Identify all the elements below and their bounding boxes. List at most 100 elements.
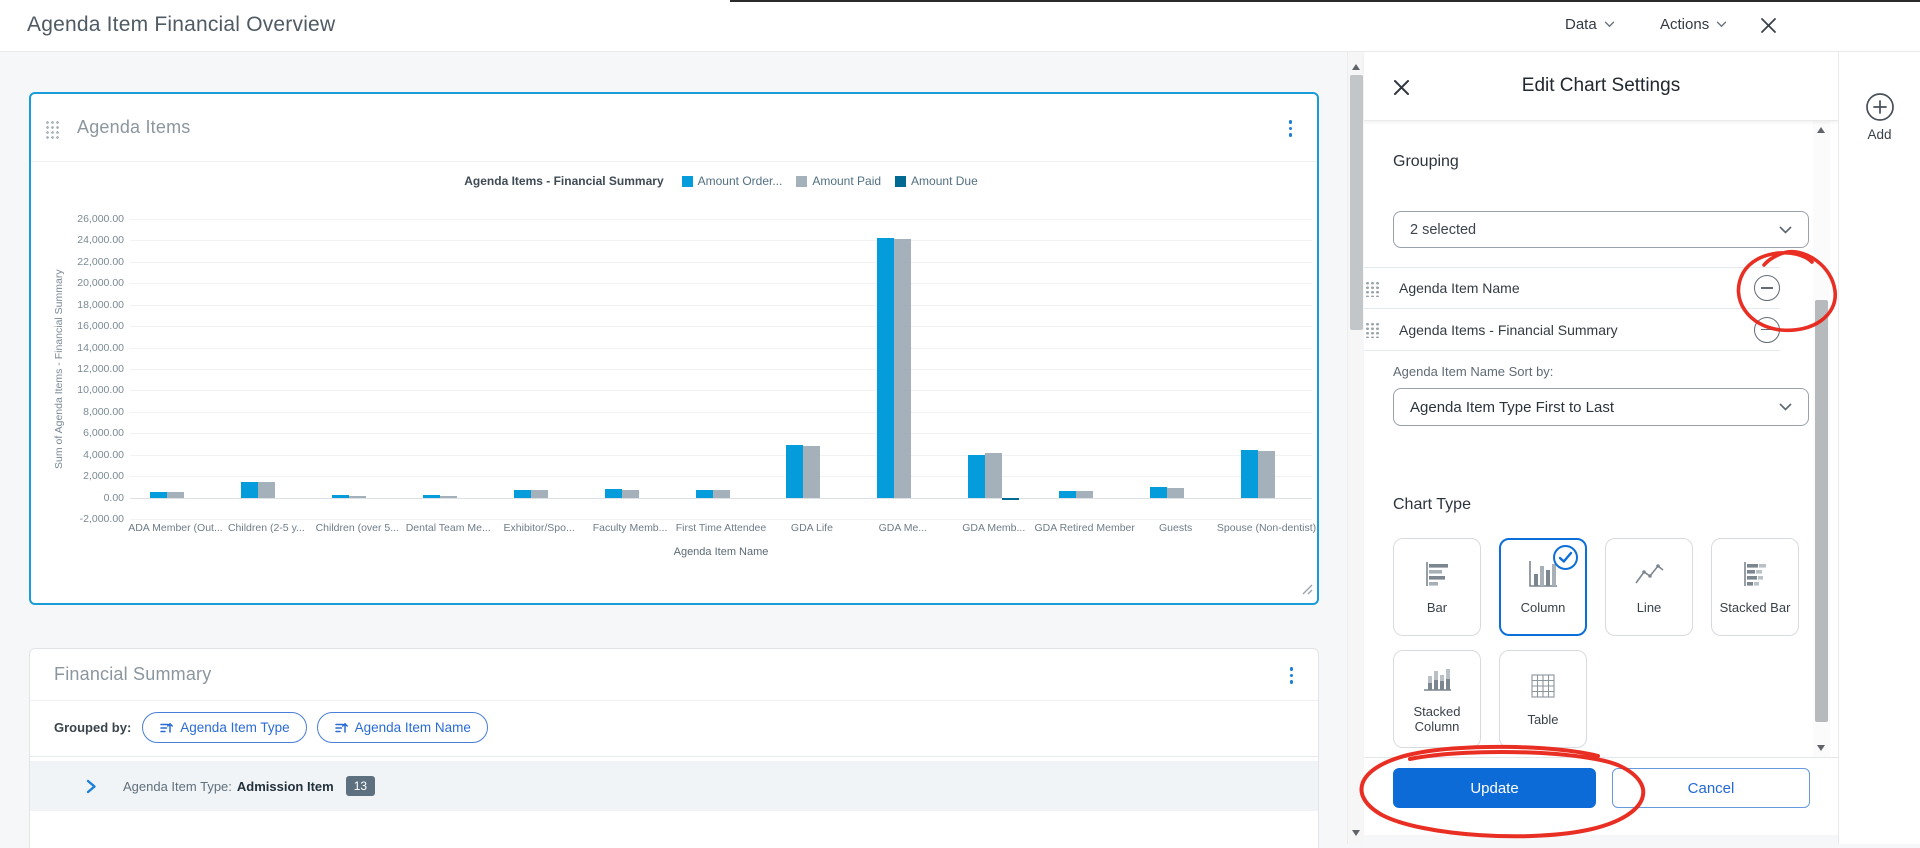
chart-type-stacked-bar[interactable]: Stacked Bar [1711,538,1799,636]
scroll-down-arrow-icon[interactable] [1817,745,1825,751]
legend-label: Amount Paid [812,174,882,188]
chart-bar[interactable] [1258,450,1276,498]
gridline [130,369,1312,370]
summary-group-row[interactable]: Agenda Item Type: Admission Item 13 [30,761,1318,811]
chart-bar[interactable] [513,489,531,498]
cancel-button[interactable]: Cancel [1612,768,1810,808]
chart-bar[interactable] [968,455,986,498]
chart-bar[interactable] [604,489,622,498]
legend-label: Amount Order... [697,174,783,188]
expand-chevron-icon[interactable] [86,779,97,794]
chart-bar[interactable] [1150,487,1168,498]
chart-bar[interactable] [348,495,366,498]
chart-type-bar[interactable]: Bar [1393,538,1481,636]
update-button[interactable]: Update [1393,768,1596,808]
drag-handle-icon[interactable] [1364,279,1379,297]
chart-bar[interactable] [257,482,275,498]
kebab-menu-icon[interactable] [1287,664,1297,687]
chart-type-stacked-column[interactable]: Stacked Column [1393,650,1481,748]
scroll-up-arrow-icon[interactable] [1817,127,1825,133]
chart-bar[interactable] [877,238,895,498]
chart-bar[interactable] [439,495,457,498]
y-tick-label: 24,000.00 [77,234,124,247]
scroll-down-arrow-icon[interactable] [1352,830,1360,836]
legend-item[interactable]: Amount Order... [681,174,783,188]
chart-bar[interactable] [1059,490,1077,498]
chart-bar[interactable] [695,490,713,498]
chart-bar[interactable] [712,490,730,498]
chart-type-label: Line [1636,599,1662,615]
chart-type-label: Column [1520,599,1566,615]
scrollbar-thumb[interactable] [1815,300,1828,722]
legend-item[interactable]: Amount Paid [796,174,881,188]
remove-grouping-icon[interactable] [1754,275,1780,301]
group-pill-label: Agenda Item Type [180,720,290,735]
chart-type-table[interactable]: Table [1499,650,1587,748]
grouping-item-label: Agenda Item Name [1399,280,1520,296]
drag-handle-icon[interactable] [1364,321,1379,338]
chart-bar[interactable] [786,445,804,498]
chart-bar[interactable] [1002,497,1020,500]
chart-bar[interactable] [1167,487,1185,498]
chart-bar[interactable] [1241,450,1259,498]
gridline [130,283,1312,285]
add-button-label: Add [1867,127,1892,142]
chart-bar[interactable] [149,491,167,498]
settings-footer: Update Cancel [1364,757,1838,835]
chart-type-icon-stacked-column [1420,663,1454,698]
remove-grouping-icon[interactable] [1754,316,1780,343]
grouping-item-label: Agenda Items - Financial Summary [1399,321,1618,338]
actions-menu-label: Actions [1660,16,1710,33]
grouped-by-label: Grouped by: [54,720,132,735]
drag-handle-icon[interactable] [44,119,59,139]
gridline [130,411,1312,413]
actions-menu[interactable]: Actions [1660,16,1727,33]
data-menu-label: Data [1565,16,1597,33]
group-pill[interactable]: Agenda Item Type [142,712,307,743]
divider [30,756,1318,757]
close-icon[interactable] [1760,17,1777,39]
agenda-items-chart-widget: Agenda Items Agenda Items - Financial Su… [29,92,1319,605]
chart-type-label: Bar [1426,599,1448,615]
gridline [130,219,1312,220]
y-axis-ticks: 26,000.00 24,000.00 22,000.00 20,000.00 18,0… [36,213,124,525]
chart-bar[interactable] [803,445,821,498]
chart-bar[interactable] [331,495,349,498]
kebab-menu-icon[interactable] [1286,117,1296,140]
grouped-by-row: Grouped by: Agenda Item Type Agenda Item … [54,712,488,743]
chart-bar[interactable] [621,489,639,498]
gridline [130,454,1312,456]
settings-scrollbar[interactable] [1813,121,1830,757]
main-scrollbar[interactable] [1347,52,1364,844]
widget-title: Agenda Items [77,117,191,137]
chart-bar[interactable] [530,490,548,498]
resize-handle-icon[interactable] [1302,582,1313,600]
group-pill[interactable]: Agenda Item Name [316,712,488,743]
sort-dropdown[interactable]: Agenda Item Type First to Last [1393,388,1809,426]
gridline [130,326,1312,328]
top-bar: Agenda Item Financial Overview Data Acti… [0,0,1920,52]
grouping-row: Agenda Item Name [1364,267,1780,309]
scrollbar-thumb[interactable] [1350,75,1363,330]
chart-type-icon-line [1632,559,1666,594]
chart-type-line[interactable]: Line [1605,538,1693,636]
sort-icon [160,722,174,733]
widget-title: Financial Summary [54,664,212,684]
chart-bar[interactable] [166,492,184,498]
grouping-row: Agenda Items - Financial Summary [1364,309,1780,351]
chart-bar[interactable] [985,452,1003,498]
scroll-up-arrow-icon[interactable] [1352,64,1360,70]
legend-swatch [681,175,693,187]
chevron-down-icon [1779,225,1792,234]
chart-bar[interactable] [1076,490,1094,498]
chart-bar[interactable] [422,495,440,498]
data-menu[interactable]: Data [1565,16,1615,33]
y-tick-label: 10,000.00 [77,384,124,397]
chart-bar[interactable] [240,481,258,498]
grouping-dropdown[interactable]: 2 selected [1393,211,1809,248]
add-button[interactable]: Add [1839,92,1920,142]
group-pill-label: Agenda Item Name [354,720,471,735]
legend-item[interactable]: Amount Due [895,174,978,188]
chart-bar[interactable] [894,238,912,498]
chart-type-column[interactable]: Column [1499,538,1587,636]
